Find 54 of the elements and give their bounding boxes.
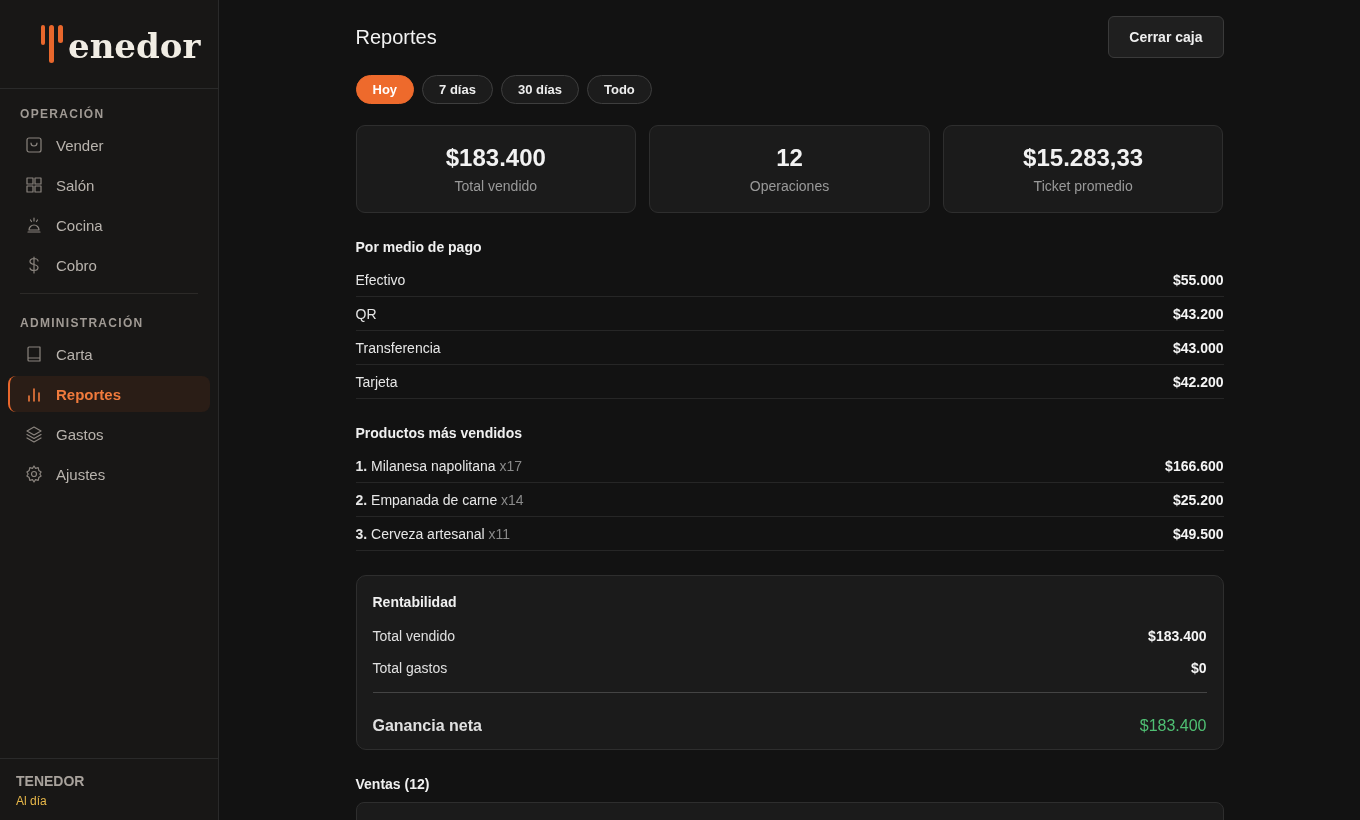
page-title: Reportes — [355, 25, 437, 49]
product-amount: $166.600 — [1165, 457, 1224, 474]
payment-amount: $42.200 — [1172, 373, 1224, 390]
product-name: 1. Milanesa napolitana x17 — [355, 457, 523, 474]
product-amount: $25.200 — [1172, 491, 1224, 508]
nav-icon — [24, 175, 44, 195]
status-text: Al día — [16, 794, 48, 808]
section-heading: ADMINISTRACIÓN — [20, 316, 145, 330]
section-title: Por medio de pago — [355, 239, 483, 255]
section-title: Ventas (12) — [355, 776, 431, 792]
nav-item[interactable]: Reportes — [8, 376, 210, 412]
stat-value: $15.283,33 — [1023, 144, 1144, 172]
payment-amount: $43.200 — [1172, 305, 1224, 322]
payment-method: Tarjeta — [355, 373, 398, 390]
profit-amount: $0 — [1190, 660, 1207, 676]
nav-item[interactable]: Salón — [8, 167, 210, 203]
payment-method: Transferencia — [355, 339, 441, 356]
nav-item[interactable]: Gastos — [8, 416, 210, 452]
nav-item[interactable]: Vender — [8, 127, 210, 163]
profit-amount: $183.400 — [1139, 717, 1207, 735]
section-title: Productos más vendidos — [355, 425, 523, 441]
nav-item[interactable]: Cocina — [8, 207, 210, 243]
stat-value: $183.400 — [445, 144, 546, 172]
nav-item[interactable]: Carta — [8, 336, 210, 372]
period-tab[interactable]: 30 días — [500, 75, 579, 104]
profit-label: Total gastos — [372, 660, 448, 676]
section-heading: OPERACIÓN — [19, 107, 106, 121]
stat-value: 12 — [776, 144, 803, 172]
profit-label: Total vendido — [372, 628, 455, 644]
card-title: Rentabilidad — [372, 594, 458, 610]
nav-icon — [24, 424, 44, 444]
nav-item[interactable]: Cobro — [8, 247, 210, 283]
profit-amount: $183.400 — [1148, 628, 1207, 644]
nav-icon — [24, 135, 44, 155]
nav-icon — [24, 464, 44, 484]
product-amount: $49.500 — [1172, 525, 1224, 542]
stat-label: Ticket promedio — [1033, 178, 1133, 194]
period-tab[interactable]: Todo — [587, 75, 652, 104]
payment-amount: $55.000 — [1172, 271, 1224, 288]
stat-label: Operaciones — [749, 178, 830, 194]
business-name: TENEDOR — [16, 773, 86, 789]
close-register-button[interactable]: Cerrar caja — [1108, 16, 1224, 58]
stat-label: Total vendido — [454, 178, 538, 194]
payment-method: QR — [355, 305, 377, 322]
logo-icon — [40, 25, 66, 63]
payment-amount: $43.000 — [1172, 339, 1224, 356]
nav-icon — [24, 344, 44, 364]
period-tab[interactable]: 7 días — [422, 75, 493, 104]
nav-item[interactable]: Ajustes — [8, 456, 210, 492]
profit-label: Ganancia neta — [372, 717, 482, 735]
product-name: 2. Empanada de carne x14 — [355, 491, 524, 508]
product-name: 3. Cerveza artesanal x11 — [355, 525, 511, 542]
logo-text: enedor — [68, 29, 201, 63]
payment-method: Efectivo — [355, 271, 406, 288]
